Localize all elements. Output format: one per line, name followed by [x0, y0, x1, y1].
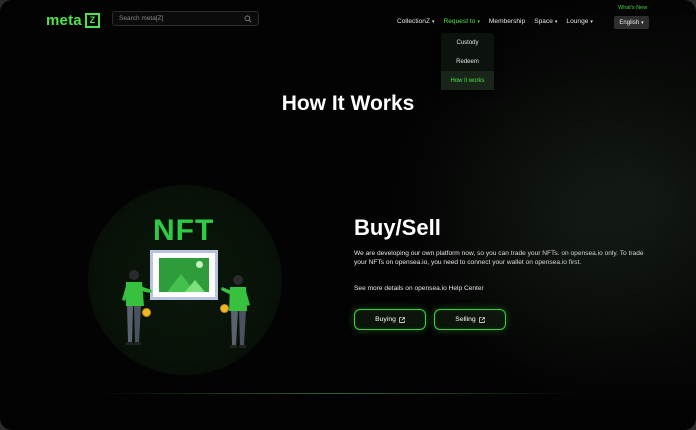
search-input[interactable] [119, 15, 244, 22]
bottom-divider [98, 393, 578, 394]
caret-down-icon: ▾ [554, 18, 558, 25]
external-link-icon [399, 316, 405, 323]
nav-item-label: Request to [443, 18, 476, 25]
nav-item-label: Membership [488, 18, 526, 25]
nav-item-request-to[interactable]: Request to ▾ [444, 18, 480, 25]
dropdown-item-how-it-works[interactable]: How it works [441, 71, 494, 90]
page-frame: meta Z What's New CollectionZ ▾ Request … [0, 0, 696, 430]
caret-down-icon: ▾ [641, 19, 644, 26]
logo-text: meta [46, 12, 82, 29]
logo-mark: Z [84, 13, 100, 28]
nft-picture-frame [150, 250, 218, 300]
dropdown-item-custody[interactable]: Custody [441, 33, 494, 52]
search-box[interactable] [112, 11, 259, 26]
search-icon[interactable] [244, 15, 252, 23]
language-select[interactable]: English ▾ [614, 16, 649, 29]
mountain-shape [185, 280, 205, 292]
section-heading: Buy/Sell [354, 215, 441, 240]
caret-down-icon: ▾ [590, 18, 593, 25]
logo[interactable]: meta Z [46, 12, 100, 29]
coin-icon [220, 304, 229, 313]
page-title: How It Works [281, 92, 415, 115]
request-to-dropdown: Custody Redeem How it works [441, 33, 494, 90]
caret-down-icon: ▾ [431, 18, 435, 25]
nav-item-label: CollectionZ [397, 18, 430, 25]
caret-down-icon: ▾ [477, 18, 480, 25]
external-link-icon [478, 316, 485, 323]
coin-icon [142, 308, 151, 317]
nav-item-label: Lounge [566, 18, 589, 25]
nav-item-lounge[interactable]: Lounge ▾ [566, 18, 593, 25]
help-center-text[interactable]: See more details on opensea.io Help Cent… [354, 285, 484, 292]
section-description: We are developing our own platform now, … [354, 250, 644, 267]
whats-new-link[interactable]: What's New [618, 5, 647, 11]
language-label: English [619, 19, 640, 26]
buying-button-label: Buying [375, 316, 396, 323]
landscape-image-icon [159, 258, 209, 292]
buying-button[interactable]: Buying [354, 309, 426, 330]
nav-item-membership[interactable]: Membership [489, 18, 525, 25]
selling-button[interactable]: Selling [434, 309, 506, 330]
selling-button-label: Selling [455, 316, 476, 323]
nft-label: NFT [153, 214, 215, 247]
nav-item-label: Space [534, 18, 553, 25]
nav-item-space[interactable]: Space ▾ [534, 18, 557, 25]
nav-item-collectionz[interactable]: CollectionZ ▾ [397, 18, 435, 25]
main-nav: CollectionZ ▾ Request to ▾ Membership Sp… [397, 18, 602, 25]
dropdown-item-redeem[interactable]: Redeem [441, 52, 494, 71]
sun-shape [196, 261, 203, 268]
